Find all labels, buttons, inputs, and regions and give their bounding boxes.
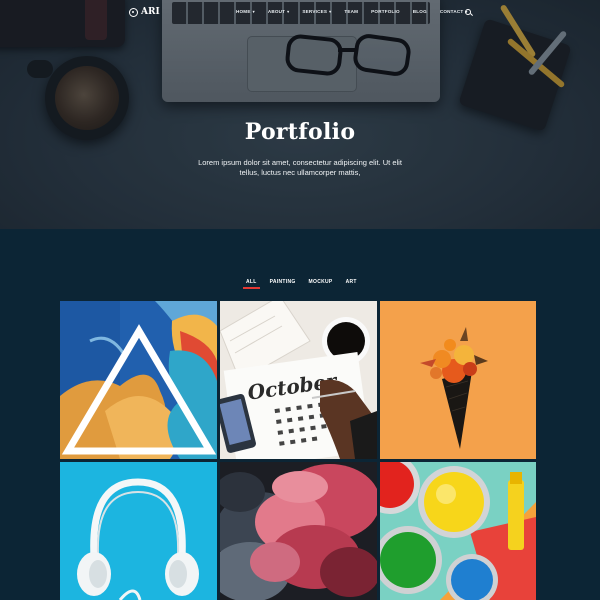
nav-item-contact[interactable]: CONTACT ▾ xyxy=(440,9,468,14)
portfolio-item-october-calendar[interactable]: October xyxy=(220,301,377,459)
nav-item-home[interactable]: HOME ▾ xyxy=(236,9,255,14)
nav-item-label: PORTFOLIO xyxy=(371,9,400,14)
paint-cans-image xyxy=(380,462,536,600)
compass-icon xyxy=(129,7,138,17)
nav-item-label: TEAM xyxy=(344,9,359,14)
page-title: Portfolio xyxy=(244,119,356,145)
nav-item-team[interactable]: TEAM xyxy=(344,9,358,14)
nav-item-label: CONTACT xyxy=(439,9,464,14)
nav-item-label: BLOG xyxy=(412,9,427,14)
filter-all[interactable]: ALL xyxy=(243,279,260,289)
nav-item-portfolio[interactable]: PORTFOLIO xyxy=(371,9,400,14)
headphones-image xyxy=(60,462,217,600)
page-subtitle: Lorem ipsum dolor sit amet, consectetur … xyxy=(198,158,402,177)
triangle-mural-image xyxy=(60,301,217,459)
filter-art[interactable]: ART xyxy=(346,279,357,285)
brand-logo[interactable]: ARI xyxy=(129,7,160,17)
nav-item-about[interactable]: ABOUT ▾ xyxy=(268,9,290,14)
portfolio-item-triangle-mural[interactable] xyxy=(60,301,217,459)
main-menu: HOME ▾ ABOUT ▾ SERVICES ▾ TEAM PORTFOLIO BLOG CON… xyxy=(236,9,481,14)
chevron-down-icon: ▾ xyxy=(287,9,290,14)
portfolio-filter-bar: ALL PAINTING MOCKUP ART xyxy=(243,279,370,289)
search-icon[interactable] xyxy=(465,9,471,15)
nav-item-label: SERVICES xyxy=(302,9,328,14)
flower-cone-image xyxy=(380,301,536,459)
nav-item-label: ABOUT xyxy=(267,9,286,14)
nav-item-services[interactable]: SERVICES ▾ xyxy=(302,9,331,14)
ink-smoke-image xyxy=(220,462,377,600)
chevron-down-icon: ▾ xyxy=(329,9,332,14)
hero-section: Portfolio Lorem ipsum dolor sit amet, co… xyxy=(0,0,600,229)
nav-item-blog[interactable]: BLOG xyxy=(413,9,427,14)
portfolio-item-flower-cone[interactable] xyxy=(380,301,536,459)
filter-painting[interactable]: PAINTING xyxy=(270,279,296,285)
brand-name: ARI xyxy=(141,7,160,17)
portfolio-item-paint-cans[interactable] xyxy=(380,462,536,600)
top-navigation: ARI HOME ▾ ABOUT ▾ SERVICES ▾ TEAM PORTFOLIO BLO… xyxy=(0,0,600,24)
nav-item-label: HOME xyxy=(236,9,251,14)
filter-mockup[interactable]: MOCKUP xyxy=(309,279,333,285)
portfolio-item-ink-smoke[interactable] xyxy=(220,462,377,600)
october-calendar-image: October xyxy=(220,301,377,459)
portfolio-item-headphones[interactable] xyxy=(60,462,217,600)
chevron-down-icon: ▾ xyxy=(252,9,255,14)
